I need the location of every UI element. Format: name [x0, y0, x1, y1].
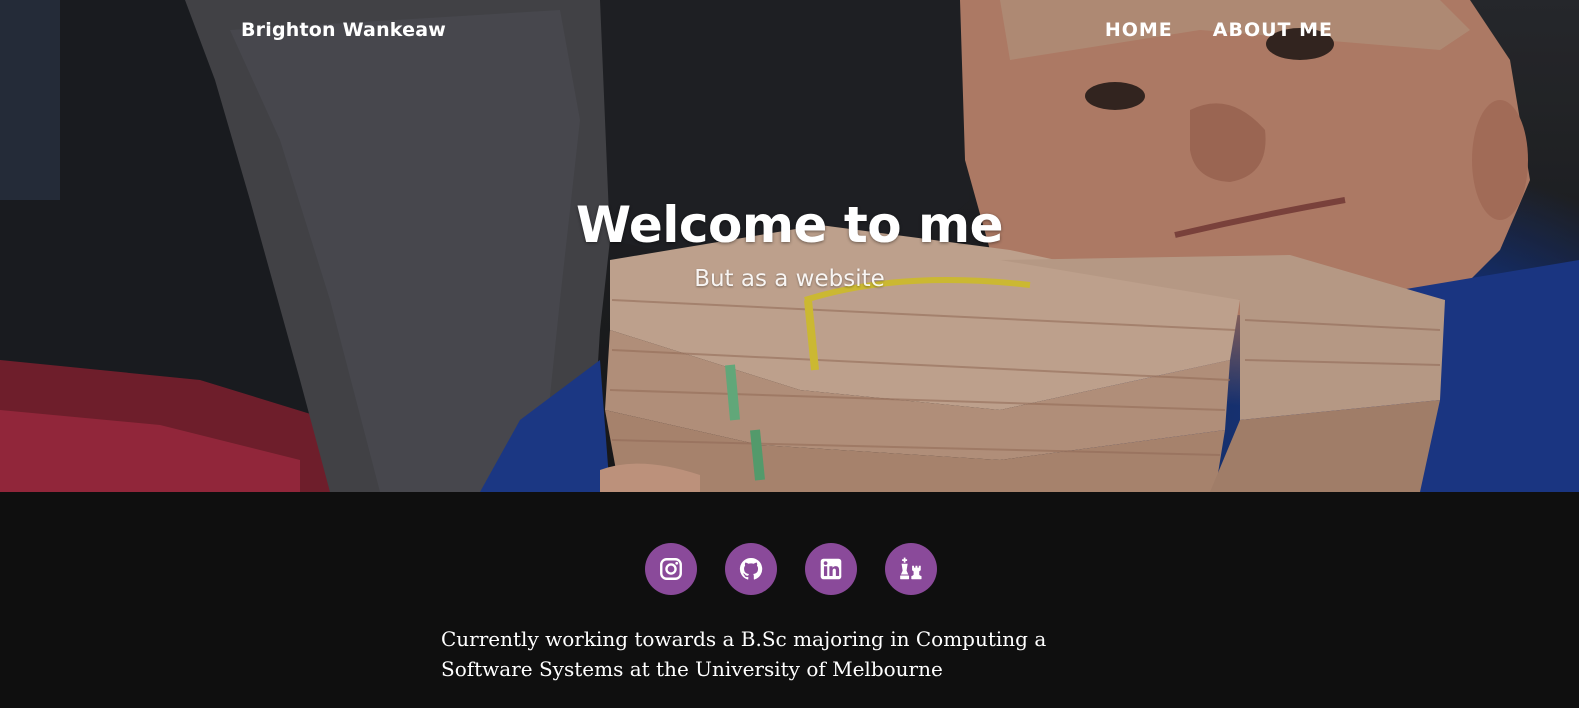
brand-link[interactable]: Brighton Wankeaw — [241, 19, 446, 41]
linkedin-icon — [820, 558, 842, 580]
nav-about-me-link[interactable]: ABOUT ME — [1213, 19, 1333, 41]
chess-button[interactable] — [885, 543, 937, 595]
social-links — [645, 543, 937, 595]
hero-title: Welcome to me — [576, 196, 1004, 254]
page: Brighton Wankeaw HOME ABOUT ME Welcome t… — [0, 0, 1579, 708]
instagram-icon — [660, 558, 682, 580]
linkedin-button[interactable] — [805, 543, 857, 595]
bio-text: Currently working towards a B.Sc majorin… — [441, 627, 1047, 681]
chess-icon — [900, 557, 922, 580]
hero-banner: Brighton Wankeaw HOME ABOUT ME Welcome t… — [0, 0, 1579, 492]
nav-home-link[interactable]: HOME — [1105, 19, 1173, 41]
main-nav: HOME ABOUT ME — [1105, 19, 1333, 41]
intro-section: Currently working towards a B.Sc majorin… — [0, 492, 1579, 708]
github-icon — [739, 557, 763, 580]
github-button[interactable] — [725, 543, 777, 595]
hero-subtitle: But as a website — [694, 266, 885, 292]
instagram-button[interactable] — [645, 543, 697, 595]
